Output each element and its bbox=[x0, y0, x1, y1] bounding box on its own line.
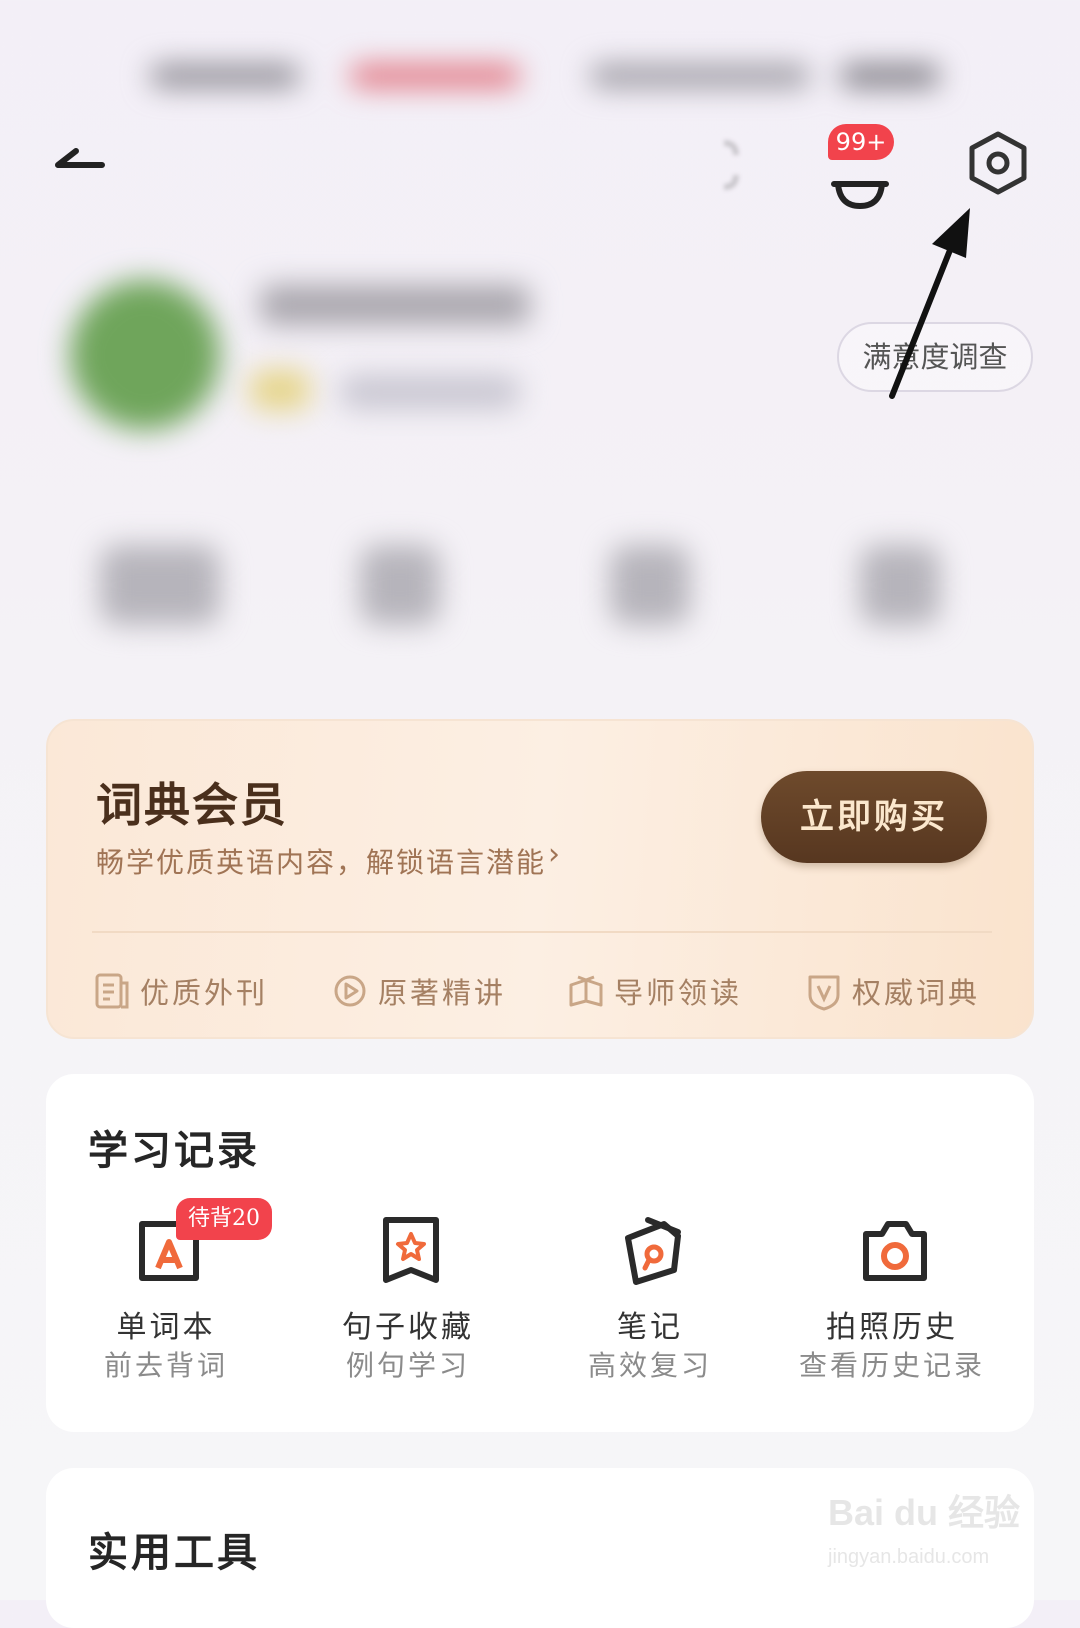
vip-membership-card[interactable]: 词典会员 畅学优质英语内容，解锁语言潜能 › 立即购买 优质外刊 原著精讲 导师… bbox=[46, 719, 1034, 1039]
stat-item[interactable] bbox=[860, 545, 940, 625]
section-title: 学习记录 bbox=[88, 1127, 260, 1174]
back-button[interactable] bbox=[50, 135, 120, 195]
back-arrow-icon bbox=[55, 148, 105, 168]
watermark-logo: Bai du 经验 jingyan.baidu.com bbox=[828, 1484, 1028, 1594]
stat-item[interactable] bbox=[100, 545, 220, 625]
study-item-sentence-favorites[interactable]: 句子收藏 例句学习 bbox=[288, 1214, 528, 1414]
study-record-card: 学习记录 单词本 前去背词 待背20 句子收藏 例句学习 笔记 高效复习 拍照历… bbox=[46, 1074, 1034, 1432]
section-title: 实用工具 bbox=[88, 1529, 260, 1576]
play-icon bbox=[334, 975, 366, 1007]
username bbox=[260, 285, 530, 325]
watermark-text: Bai du 经验 bbox=[828, 1492, 1021, 1533]
study-item-wordbook[interactable]: 单词本 前去背词 bbox=[46, 1214, 286, 1414]
perk-magazines[interactable]: 优质外刊 bbox=[94, 966, 268, 1016]
scan-icon[interactable] bbox=[690, 135, 750, 195]
study-item-sub: 高效复习 bbox=[587, 1349, 712, 1382]
study-item-sub: 前去背词 bbox=[103, 1349, 228, 1382]
perk-label: 权威词典 bbox=[852, 976, 981, 1010]
perk-authoritative-dictionary[interactable]: 权威词典 bbox=[806, 966, 980, 1016]
pending-words-badge: 待背20 bbox=[176, 1198, 272, 1240]
notification-badge: 99+ bbox=[828, 124, 894, 160]
watermark-url: jingyan.baidu.com bbox=[828, 1546, 990, 1568]
status-bar bbox=[150, 55, 990, 95]
study-item-label: 句子收藏 bbox=[342, 1310, 474, 1345]
magazine-icon bbox=[95, 973, 129, 1009]
study-item-label: 笔记 bbox=[617, 1310, 683, 1345]
perk-label: 优质外刊 bbox=[140, 976, 269, 1010]
perk-tutor-reading[interactable]: 导师领读 bbox=[568, 966, 742, 1016]
study-item-sub: 例句学习 bbox=[345, 1349, 470, 1382]
sentence-bookmark-icon bbox=[383, 1217, 439, 1283]
study-item-photo-history[interactable]: 拍照历史 查看历史记录 bbox=[772, 1214, 1012, 1414]
level-badge bbox=[250, 370, 310, 410]
chevron-right-icon: › bbox=[548, 837, 560, 872]
avatar[interactable] bbox=[70, 280, 220, 430]
perk-label: 原著精讲 bbox=[378, 976, 507, 1010]
divider bbox=[92, 931, 992, 933]
settings-button[interactable] bbox=[966, 130, 1030, 196]
camera-icon bbox=[863, 1221, 927, 1281]
buy-now-button[interactable]: 立即购买 bbox=[761, 771, 987, 863]
gear-icon bbox=[969, 131, 1027, 195]
note-icon bbox=[625, 1217, 681, 1285]
stat-item[interactable] bbox=[610, 545, 690, 625]
study-item-label: 拍照历史 bbox=[826, 1310, 958, 1345]
study-item-sub: 查看历史记录 bbox=[798, 1349, 985, 1382]
vip-subtitle[interactable]: 畅学优质英语内容，解锁语言潜能 bbox=[96, 841, 546, 881]
annotation-arrow-icon bbox=[889, 208, 970, 399]
book-icon bbox=[569, 975, 603, 1007]
perk-original-works[interactable]: 原著精讲 bbox=[332, 966, 506, 1016]
stat-item[interactable] bbox=[360, 545, 440, 625]
study-item-label: 单词本 bbox=[116, 1310, 216, 1345]
level-info bbox=[340, 375, 520, 409]
perk-label: 导师领读 bbox=[614, 976, 743, 1010]
study-item-notes[interactable]: 笔记 高效复习 bbox=[530, 1214, 770, 1414]
shield-v-icon bbox=[808, 975, 840, 1011]
vip-title: 词典会员 bbox=[96, 778, 288, 832]
